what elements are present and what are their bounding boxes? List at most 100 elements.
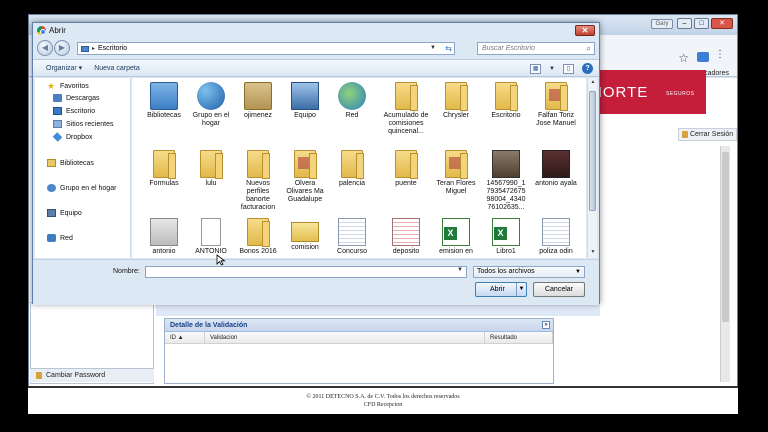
file-list-scrollbar[interactable]: ▲ ▼ <box>587 78 597 258</box>
scrollbar-thumb[interactable] <box>722 152 729 322</box>
file-item-antonio-ayala[interactable]: antonio ayala <box>532 150 580 188</box>
nav-sitios-recientes[interactable]: Sitios recientes <box>53 118 113 130</box>
view-options-icon[interactable]: ▦ <box>530 63 542 74</box>
search-icon[interactable]: ⌕ <box>587 43 591 54</box>
file-item-bonos-2016[interactable]: Bonos 2016 <box>234 218 282 256</box>
scrollbar-thumb[interactable] <box>589 91 596 211</box>
file-item-formulas[interactable]: Formulas <box>140 150 188 188</box>
filename-label: Nombre: <box>113 268 140 275</box>
file-label: Red <box>345 112 359 119</box>
nueva-carpeta-button[interactable]: Nueva carpeta <box>88 65 146 72</box>
file-list: Bibliotecas Grupo en el hogar ojimenez E… <box>132 78 586 258</box>
page-footer: © 2011 DETECNO S.A. de C.V. Todos los de… <box>28 386 738 414</box>
extension-icon[interactable] <box>697 52 709 62</box>
file-label: Bibliotecas <box>147 112 181 119</box>
column-resultado[interactable]: Resultado <box>485 332 553 343</box>
file-item-comision[interactable]: comision <box>281 218 329 252</box>
image-file-icon <box>492 150 520 178</box>
minimize-button[interactable]: – <box>677 18 692 29</box>
nav-grupo-hogar[interactable]: Grupo en el hogar <box>47 182 116 194</box>
file-item-deposito[interactable]: deposito <box>382 218 430 256</box>
file-item-falfan[interactable]: Falfan Toriz Jose Manuel <box>532 82 580 128</box>
filename-dropdown-icon[interactable]: ▼ <box>457 267 463 273</box>
close-window-button[interactable]: ✕ <box>711 18 733 29</box>
nav-red[interactable]: Red <box>47 232 73 244</box>
file-item-puente[interactable]: puente <box>382 150 430 188</box>
file-item-emision[interactable]: emision en <box>432 218 480 256</box>
address-dropdown-icon[interactable]: ▼ <box>430 43 436 54</box>
file-item-poliza-odin[interactable]: poliza odin <box>532 218 580 256</box>
nav-favoritos[interactable]: ★ Favoritos <box>47 80 89 92</box>
refresh-icon[interactable]: ⇆ <box>445 43 452 54</box>
collapse-icon[interactable]: » <box>542 321 550 329</box>
scroll-down-icon[interactable]: ▼ <box>589 249 597 257</box>
folder-icon <box>445 82 468 111</box>
cerrar-sesion-button[interactable]: Cerrar Sesión <box>678 128 738 141</box>
preview-pane-icon[interactable]: ▯ <box>563 63 574 74</box>
file-label: 14567990_1 7935472675 98004_4340 7610263… <box>486 180 526 211</box>
user-chip[interactable]: Gary <box>651 19 673 29</box>
nav-equipo[interactable]: Equipo <box>47 207 82 219</box>
file-item-red[interactable]: Red <box>328 82 376 120</box>
file-item-nuevos-perfiles[interactable]: Nuevos perfiles banorte facturacion <box>234 150 282 212</box>
file-type-select[interactable]: Todos los archivos ▼ <box>473 266 585 278</box>
brand-sub: SEGUROS <box>666 91 695 97</box>
file-label: antonio <box>152 248 176 255</box>
file-item-escritorio[interactable]: Escritorio <box>482 82 530 120</box>
file-item-grupo-hogar[interactable]: Grupo en el hogar <box>187 82 235 128</box>
file-item-libro1[interactable]: Libro1 <box>482 218 530 256</box>
detalle-columns: ID ▲ Validacion Resultado <box>165 332 553 344</box>
bookmark-star-icon[interactable]: ☆ <box>678 51 689 65</box>
desktop-icon <box>81 45 89 52</box>
file-item-olvera[interactable]: Olvera Olivares Ma Guadalupe <box>281 150 329 204</box>
nav-escritorio[interactable]: Escritorio <box>53 105 95 117</box>
file-item-chrysler[interactable]: Chrysler <box>432 82 480 120</box>
column-id[interactable]: ID ▲ <box>165 332 205 343</box>
scroll-up-icon[interactable]: ▲ <box>589 79 597 87</box>
file-item-palencia[interactable]: palencia <box>328 150 376 188</box>
excel-icon <box>442 218 470 246</box>
view-dropdown-icon[interactable]: ▼ <box>549 66 555 72</box>
dropbox-icon <box>52 132 63 142</box>
file-label: Chrysler <box>442 112 470 119</box>
file-item-teran[interactable]: Teran Flores Miguel <box>432 150 480 196</box>
help-icon[interactable]: ? <box>582 63 593 74</box>
cambiar-password-link[interactable]: Cambiar Password <box>30 368 154 382</box>
file-item-concurso[interactable]: Concurso <box>328 218 376 256</box>
cerrar-sesion-label: Cerrar Sesión <box>690 131 734 138</box>
file-item-lulu[interactable]: lulu <box>187 150 235 188</box>
open-split-dropdown-icon[interactable]: ▼ <box>516 283 526 296</box>
file-item-ojimenez[interactable]: ojimenez <box>234 82 282 120</box>
search-placeholder: Buscar Escritorio <box>482 45 535 52</box>
back-button[interactable]: ◀ <box>37 40 53 56</box>
file-item-antonio-doc[interactable]: ANTONIO <box>187 218 235 256</box>
cancel-button[interactable]: Cancelar <box>533 282 585 297</box>
mail-icon <box>291 222 319 242</box>
nav-descargas[interactable]: Descargas <box>53 92 99 104</box>
nav-dropbox[interactable]: Dropbox <box>52 131 92 143</box>
open-button[interactable]: Abrir ▼ <box>475 282 527 297</box>
file-item-equipo[interactable]: Equipo <box>281 82 329 120</box>
image-file-icon <box>542 150 570 178</box>
file-item-antonio[interactable]: antonio <box>140 218 188 256</box>
footer-app: CFD Recepcion <box>363 402 403 408</box>
file-item-bibliotecas[interactable]: Bibliotecas <box>140 82 188 120</box>
file-label: Formulas <box>149 180 179 187</box>
organizar-menu[interactable]: Organizar ▾ <box>40 64 88 72</box>
breadcrumb-arrow-icon[interactable]: ▸ <box>92 45 95 52</box>
folder-icon <box>153 150 176 179</box>
filename-input[interactable] <box>145 266 467 278</box>
address-bar[interactable]: ▸ Escritorio ▼ ⇆ <box>77 42 455 55</box>
nav-bibliotecas[interactable]: Bibliotecas <box>47 157 94 169</box>
file-item-acumulado[interactable]: Acumulado de comisiones quincenal... <box>382 82 430 136</box>
dialog-close-button[interactable]: ✕ <box>575 25 595 36</box>
menu-icon[interactable]: ⋮ <box>715 49 725 60</box>
maximize-button[interactable]: □ <box>694 18 709 29</box>
column-validacion[interactable]: Validacion <box>205 332 485 343</box>
folder-icon <box>395 150 418 179</box>
page-scrollbar[interactable] <box>720 146 730 382</box>
forward-button[interactable]: ▶ <box>54 40 70 56</box>
file-item-14567990[interactable]: 14567990_1 7935472675 98004_4340 7610263… <box>482 150 530 212</box>
computer-icon <box>291 82 319 110</box>
search-input[interactable]: Buscar Escritorio ⌕ <box>477 42 595 55</box>
